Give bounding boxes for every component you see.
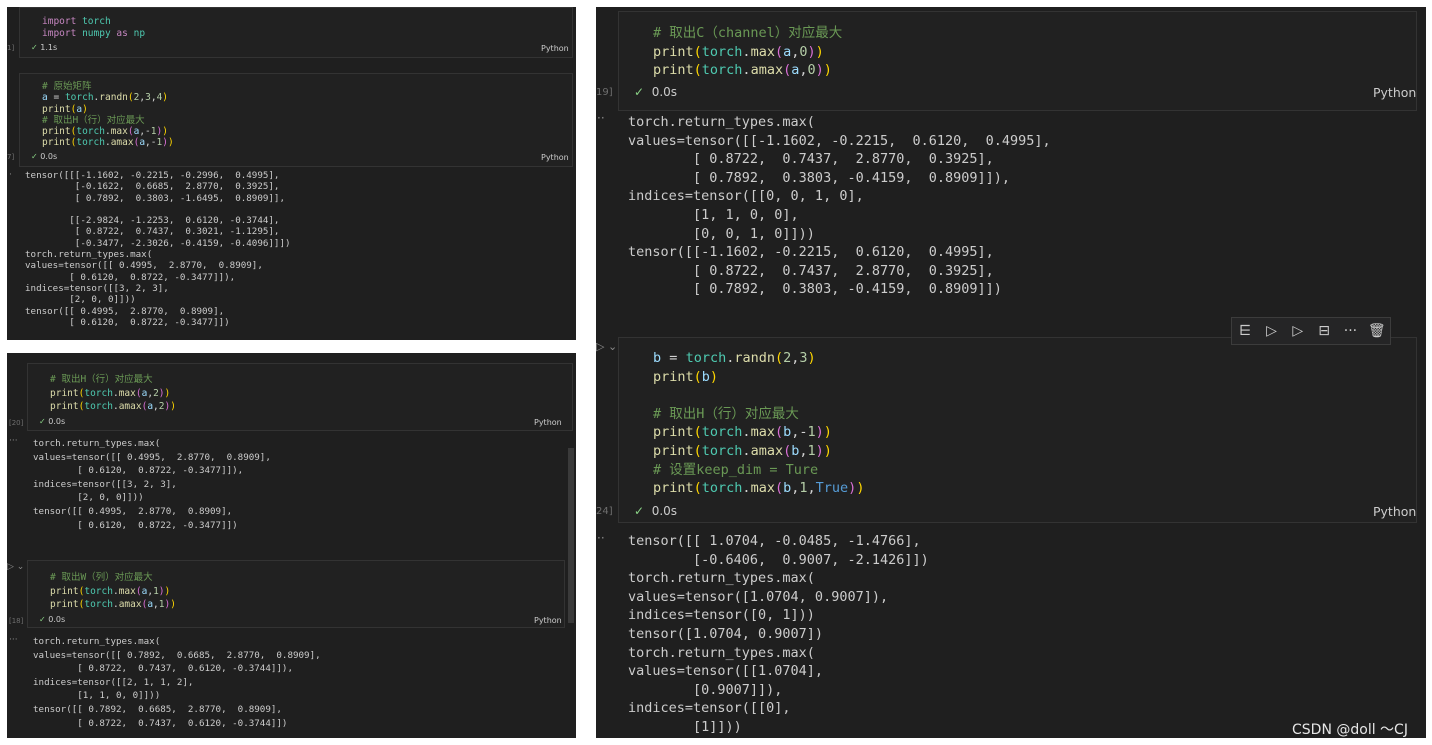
- watermark: CSDN @doll ～CJ: [1292, 722, 1408, 738]
- code-comment: # 取出W（列）对应最大: [50, 572, 153, 583]
- code-comment: # 取出C（channel）对应最大: [653, 25, 843, 41]
- code-cell-max-channel[interactable]: # 取出C（channel）对应最大 print(torch.max(a,0))…: [618, 11, 1417, 111]
- output-marker: ·: [9, 170, 12, 180]
- check-icon: ✓: [39, 615, 46, 624]
- language-label[interactable]: Python: [1373, 85, 1416, 100]
- check-icon: ✓: [31, 152, 38, 161]
- execution-time: 0.0s: [651, 504, 678, 518]
- code-comment: # 设置keep_dim = Ture: [653, 461, 819, 478]
- split-cell-icon[interactable]: ⊟: [1313, 323, 1335, 339]
- output-marker: ···: [9, 436, 18, 446]
- output-marker: ···: [9, 635, 18, 645]
- cell-status: ✓ 0.0s: [634, 85, 677, 99]
- check-icon: ✓: [634, 85, 645, 99]
- execution-count: [20]: [9, 419, 24, 427]
- play-icon[interactable]: ▷ ⌄: [7, 562, 24, 572]
- execution-count: 7]: [7, 153, 15, 161]
- language-label[interactable]: Python: [534, 616, 562, 625]
- code-cell-tensor-b[interactable]: b = torch.randn(2,3) print(b) # 取出H（行）对应…: [618, 337, 1417, 523]
- language-label[interactable]: Python: [534, 418, 562, 427]
- code-cell-max-dim2[interactable]: # 取出H（行）对应最大 print(torch.max(a,2)) print…: [27, 363, 573, 431]
- code-editor[interactable]: # 取出H（行）对应最大 print(torch.max(a,2)) print…: [50, 373, 176, 414]
- delete-icon[interactable]: 🗑: [1366, 323, 1388, 339]
- play-icon[interactable]: ▷ ⌄: [596, 340, 617, 353]
- code-editor[interactable]: # 取出W（列）对应最大 print(torch.max(a,1)) print…: [50, 571, 176, 612]
- cell-status: ✓ 0.0s: [634, 504, 677, 518]
- code-line: print(a): [42, 103, 88, 115]
- code-cell-max-row[interactable]: # 原始矩阵 a = torch.randn(2,3,4) print(a) #…: [19, 73, 573, 167]
- execute-above-icon[interactable]: ▷: [1260, 323, 1282, 339]
- execution-time: 0.0s: [48, 417, 66, 426]
- code-line: print(torch.amax(a,2)): [50, 401, 176, 412]
- notebook-panel-right: # 取出C（channel）对应最大 print(torch.max(a,0))…: [596, 7, 1426, 738]
- code-editor[interactable]: # 原始矩阵 a = torch.randn(2,3,4) print(a) #…: [42, 81, 174, 149]
- notebook-panel-bottom-left: # 取出H（行）对应最大 print(torch.max(a,2)) print…: [7, 353, 576, 738]
- execute-below-icon[interactable]: ▷: [1287, 323, 1309, 339]
- execution-time: 0.0s: [40, 152, 58, 161]
- cell-output: tensor([[ 1.0704, -0.0485, -1.4766], [-0…: [628, 533, 929, 735]
- code-line: print(torch.max(b,-1)): [653, 424, 832, 441]
- output-marker: ··: [597, 111, 605, 125]
- cell-status: ✓ 0.0s: [39, 417, 65, 426]
- execution-count: 1]: [7, 44, 15, 52]
- code-editor[interactable]: import torch import numpy as np: [42, 16, 145, 39]
- code-line: print(torch.max(a,1)): [50, 585, 171, 597]
- code-line: print(torch.amax(a,-1)): [42, 137, 174, 149]
- language-label[interactable]: Python: [541, 44, 569, 53]
- code-cell-max-col[interactable]: # 取出W（列）对应最大 print(torch.max(a,1)) print…: [27, 560, 565, 628]
- execution-time: 0.0s: [48, 615, 66, 624]
- code-line: print(torch.max(a,0)): [653, 43, 824, 60]
- code-editor[interactable]: b = torch.randn(2,3) print(b) # 取出H（行）对应…: [653, 349, 864, 498]
- code-comment: # 原始矩阵: [42, 81, 92, 92]
- execution-count: 19]: [596, 87, 613, 98]
- cell-toolbar: ⋿ ▷ ▷ ⊟ ··· 🗑: [1231, 317, 1391, 345]
- execution-time: 0.0s: [651, 85, 678, 99]
- cell-status: ✓ 0.0s: [31, 152, 57, 161]
- output-marker: ··: [597, 531, 605, 545]
- code-line: import numpy as np: [42, 27, 146, 39]
- vertical-scrollbar[interactable]: [568, 448, 574, 623]
- cell-status: ✓ 1.1s: [31, 43, 57, 52]
- code-line: print(torch.max(a,-1)): [42, 126, 168, 138]
- code-line: print(torch.amax(a,1)): [50, 599, 176, 610]
- notebook-panel-top-left: import torch import numpy as np 1] ✓ 1.1…: [7, 7, 576, 340]
- code-line: print(b): [653, 368, 719, 385]
- execution-count: [18]: [9, 617, 24, 625]
- code-line: import torch: [42, 16, 111, 27]
- code-line: print(torch.max(b,1,True)): [653, 480, 865, 497]
- check-icon: ✓: [31, 43, 38, 52]
- code-line: print(torch.max(a,2)): [50, 387, 171, 399]
- more-icon[interactable]: ···: [1339, 323, 1361, 339]
- code-line: print(torch.amax(a,0)): [653, 62, 832, 78]
- cell-output: torch.return_types.max( values=tensor([[…: [33, 438, 271, 531]
- code-line: print(torch.amax(b,1)): [653, 442, 832, 459]
- code-line: a = torch.randn(2,3,4): [42, 92, 169, 104]
- execution-time: 1.1s: [40, 43, 58, 52]
- execution-count: 24]: [596, 506, 613, 517]
- code-editor[interactable]: # 取出C（channel）对应最大 print(torch.max(a,0))…: [653, 24, 842, 80]
- code-comment: # 取出H（行）对应最大: [50, 374, 153, 385]
- language-label[interactable]: Python: [1373, 504, 1416, 519]
- code-comment: # 取出H（行）对应最大: [42, 114, 145, 126]
- cell-output: tensor([[[-1.1602, -0.2215, -0.2996, 0.4…: [25, 170, 291, 328]
- cell-output: torch.return_types.max( values=tensor([[…: [33, 636, 321, 729]
- code-cell-imports[interactable]: import torch import numpy as np: [19, 7, 573, 58]
- check-icon: ✓: [39, 417, 46, 426]
- language-label[interactable]: Python: [541, 153, 569, 162]
- code-line: b = torch.randn(2,3): [653, 350, 816, 366]
- run-by-line-icon[interactable]: ⋿: [1234, 323, 1256, 339]
- check-icon: ✓: [634, 504, 645, 518]
- cell-output: torch.return_types.max( values=tensor([[…: [628, 114, 1051, 298]
- cell-status: ✓ 0.0s: [39, 615, 65, 624]
- code-comment: # 取出H（行）对应最大: [653, 405, 799, 422]
